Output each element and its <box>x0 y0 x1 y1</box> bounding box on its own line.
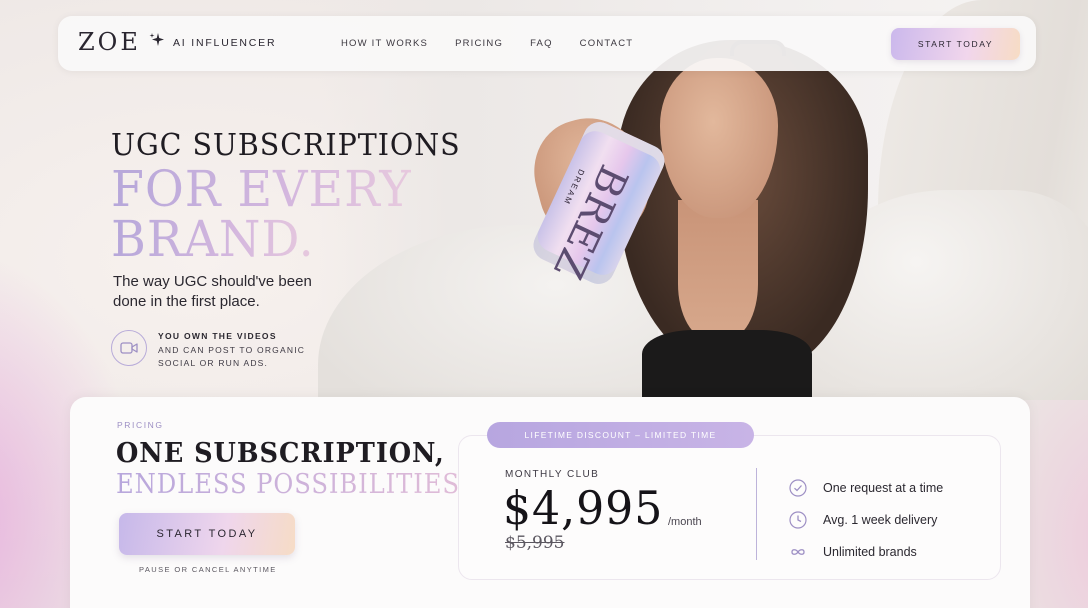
ownership-title: YOU OWN THE VIDEOS <box>158 331 277 341</box>
logo-tagline: AI INFLUENCER <box>173 37 277 49</box>
check-circle-icon <box>789 479 807 497</box>
plan-period: /month <box>668 516 702 528</box>
feature-text: Unlimited brands <box>823 545 917 559</box>
feature-text: One request at a time <box>823 481 944 495</box>
nav-links: HOW IT WORKS PRICING FAQ CONTACT <box>341 38 660 49</box>
feature-item: Unlimited brands <box>789 536 943 568</box>
feature-list: One request at a time Avg. 1 week delive… <box>789 472 943 568</box>
plan-old-price: $5,995 <box>505 533 565 553</box>
pricing-title-line1: ONE SUBSCRIPTION, <box>116 438 445 469</box>
clock-icon <box>789 511 807 529</box>
top-navigation: ZOE AI INFLUENCER HOW IT WORKS PRICING F… <box>58 16 1036 71</box>
plan-card: MONTHLY CLUB $4,995 /month $5,995 One re… <box>458 435 1001 580</box>
nav-link-how-it-works[interactable]: HOW IT WORKS <box>341 38 428 49</box>
plan-price: $4,995 <box>503 481 664 535</box>
hero-headline-line3: BRAND. <box>111 210 315 268</box>
logo[interactable]: ZOE <box>78 28 141 56</box>
ownership-description: AND CAN POST TO ORGANIC SOCIAL OR RUN AD… <box>158 345 306 368</box>
nav-link-faq[interactable]: FAQ <box>530 38 553 49</box>
video-camera-icon <box>111 330 147 366</box>
feature-item: Avg. 1 week delivery <box>789 504 943 536</box>
nav-link-contact[interactable]: CONTACT <box>580 38 634 49</box>
sparkle-icon <box>149 33 164 46</box>
hero-tagline: The way UGC should've been done in the f… <box>113 273 312 310</box>
pause-cancel-note: PAUSE OR CANCEL ANYTIME <box>139 565 277 574</box>
feature-item: One request at a time <box>789 472 943 504</box>
pricing-eyebrow: PRICING <box>117 420 164 430</box>
infinity-icon <box>791 549 805 555</box>
plan-divider <box>756 468 757 560</box>
hero-headline-line1: UGC SUBSCRIPTIONS <box>111 128 461 163</box>
lifetime-discount-badge: LIFETIME DISCOUNT – LIMITED TIME <box>487 422 754 448</box>
nav-start-today-button[interactable]: START TODAY <box>891 28 1020 60</box>
pricing-title-line2: ENDLESS POSSIBILITIES <box>116 469 460 500</box>
nav-link-pricing[interactable]: PRICING <box>455 38 503 49</box>
feature-text: Avg. 1 week delivery <box>823 513 938 527</box>
plan-name: MONTHLY CLUB <box>505 469 600 480</box>
black-top <box>642 330 812 400</box>
pricing-section: PRICING ONE SUBSCRIPTION, ENDLESS POSSIB… <box>70 397 1030 608</box>
neck <box>678 200 758 340</box>
pricing-start-today-button[interactable]: START TODAY <box>119 513 295 555</box>
